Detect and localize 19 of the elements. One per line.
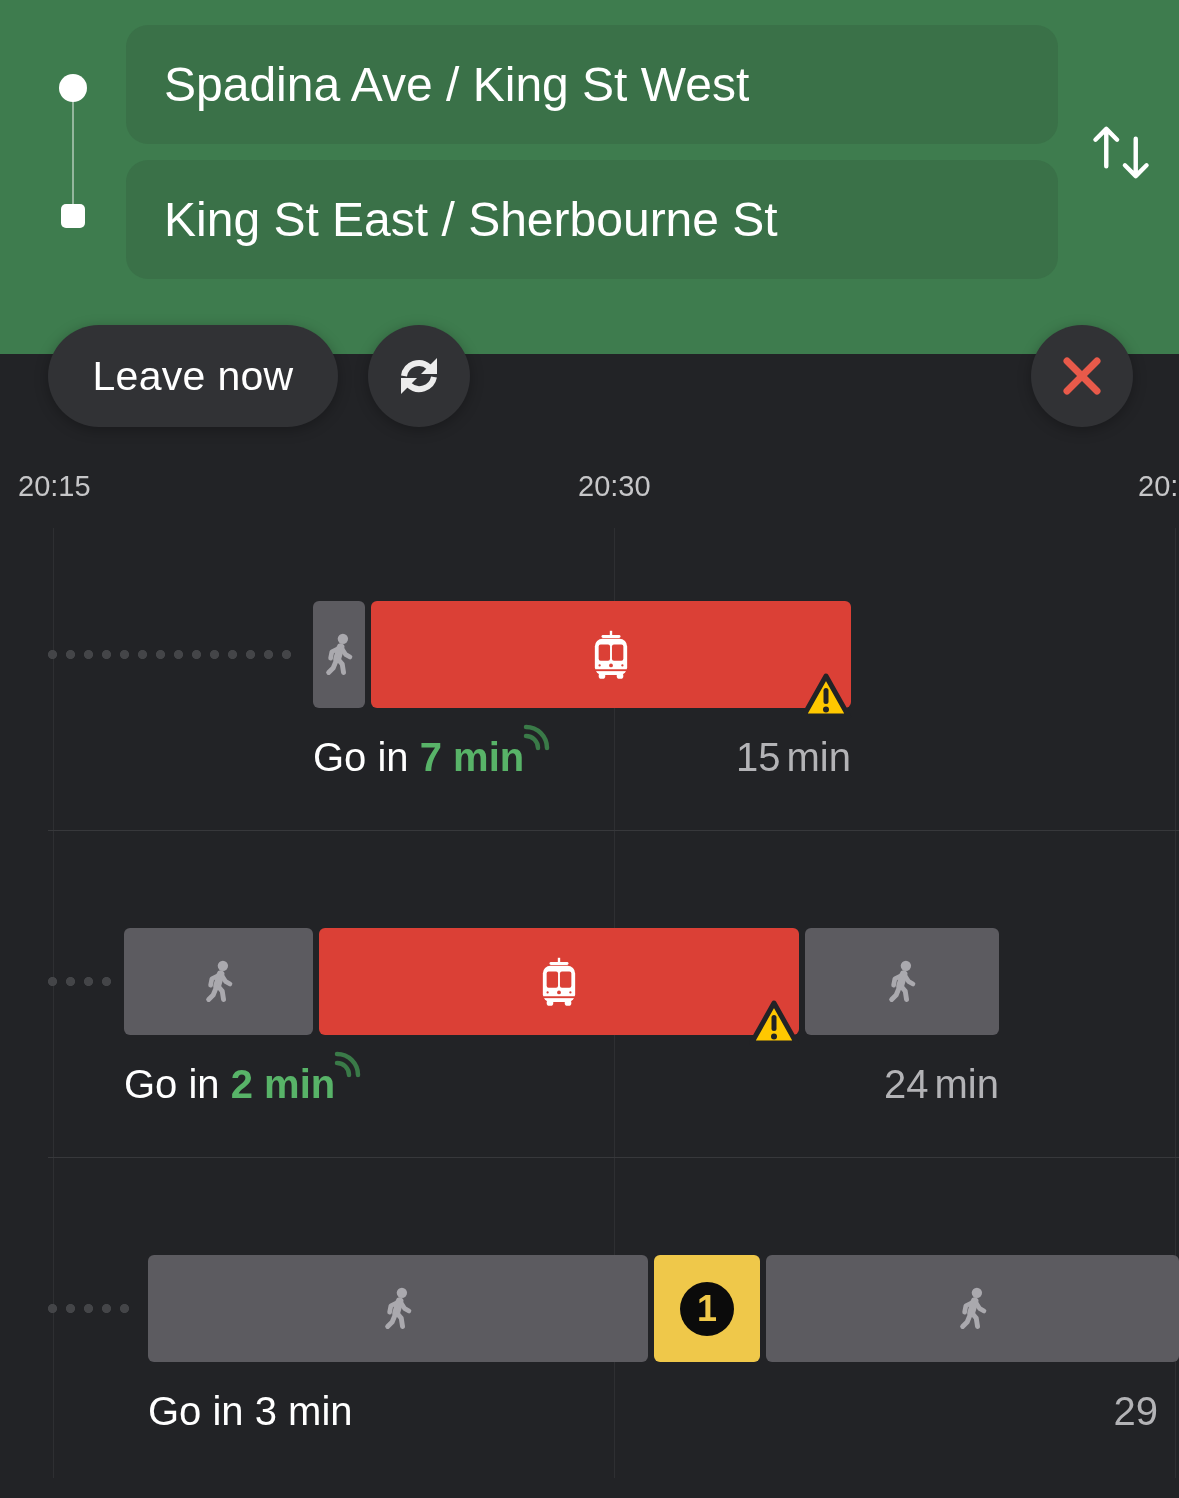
departure-label: Go in 3 min [148, 1388, 353, 1435]
close-icon [1063, 357, 1101, 395]
departure-label: Go in 7 min [313, 734, 525, 781]
route-number-badge: 1 [680, 1281, 734, 1336]
time-tick-label: 20: [1138, 470, 1179, 502]
leave-now-button[interactable]: Leave now [48, 325, 338, 427]
realtime-icon [333, 1051, 362, 1079]
trip-duration-label: 15 min [735, 734, 851, 781]
origin-field[interactable]: Spadina Ave / King St West [126, 25, 1058, 144]
refresh-icon [398, 356, 440, 396]
trip-duration-label: 29 [1113, 1388, 1158, 1435]
time-tick-label: 20:30 [578, 470, 651, 502]
time-tick-label: 20:15 [18, 470, 91, 502]
destination-marker-icon [61, 204, 85, 228]
trip-duration-label: 24 min [883, 1061, 999, 1108]
realtime-icon [522, 724, 551, 752]
destination-field[interactable]: King St East / Sherbourne St [126, 160, 1058, 279]
departure-label: Go in 2 min [124, 1061, 336, 1108]
origin-marker-icon [59, 74, 87, 102]
